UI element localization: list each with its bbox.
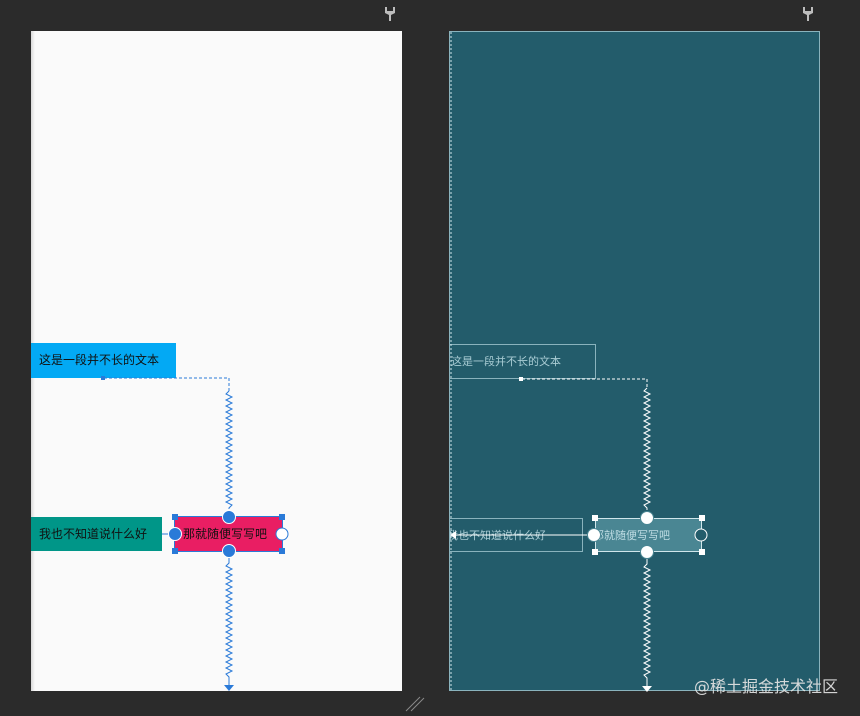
resize-handle-icon[interactable]	[405, 696, 425, 712]
pin-icon[interactable]	[383, 6, 397, 22]
blueprint-canvas[interactable]: 这是一段并不长的文本 我也不知道说什么好 那就随便写写吧	[449, 31, 820, 692]
watermark: @稀土掘金技术社区	[693, 677, 838, 696]
constraint-overlay	[450, 32, 708, 692]
design-canvas[interactable]: 这是一段并不长的文本 我也不知道说什么好 那就随便写写吧	[31, 31, 402, 691]
pin-icon[interactable]	[801, 6, 815, 22]
constraint-overlay	[101, 376, 289, 691]
